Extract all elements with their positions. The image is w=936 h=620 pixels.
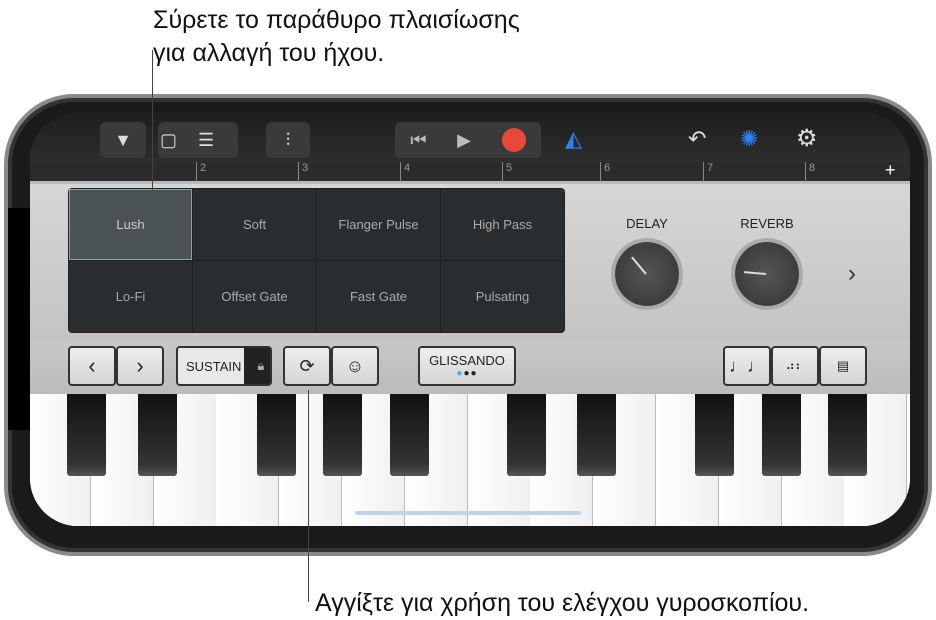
add-section-button[interactable]: + xyxy=(885,160,896,181)
mode-dots: ●●● xyxy=(456,368,478,379)
rewind-icon[interactable]: ⏮ xyxy=(410,130,426,151)
undo-icon[interactable]: ↶ xyxy=(688,126,706,152)
callout-text: για αλλαγή του ήχου. xyxy=(153,39,385,67)
black-key[interactable] xyxy=(507,394,546,476)
home-indicator[interactable] xyxy=(355,511,581,515)
pad-flanger-pulse[interactable]: Flanger Pulse xyxy=(317,189,440,260)
notes-button[interactable]: ♩♩ xyxy=(723,346,771,386)
toolbar: ▼ ▢ ☰ ⫶ ⏮ ▶ ◭ ↶ ✺ ⚙ xyxy=(30,112,910,162)
sustain-label: SUSTAIN xyxy=(186,358,242,374)
notes-icon: ♩♩ xyxy=(729,355,765,376)
record-icon[interactable] xyxy=(501,128,526,152)
face-control-button[interactable]: ☺ xyxy=(331,346,379,386)
pad-fast-gate[interactable]: Fast Gate xyxy=(317,261,440,332)
glissando-button[interactable]: GLISSANDO ●●● xyxy=(418,346,516,386)
scroll-keyboard-button[interactable]: ▤ xyxy=(819,346,867,386)
metronome-icon[interactable]: ◭ xyxy=(565,126,582,152)
callout-text: Σύρετε το παράθυρο πλαισίωσης xyxy=(153,6,520,34)
glissando-label: GLISSANDO xyxy=(429,353,505,368)
callout-line xyxy=(152,50,153,190)
pad-pulsating[interactable]: Pulsating xyxy=(441,261,564,332)
transport: ⏮ ▶ xyxy=(395,122,541,158)
view-toggle[interactable]: ▢ ☰ xyxy=(158,122,238,158)
ruler-mark: 3 xyxy=(298,162,308,182)
arpeggiator-button[interactable]: ⠴⠆ xyxy=(771,346,819,386)
ruler-mark: 6 xyxy=(600,162,610,182)
callout-bottom: Αγγίξτε για χρήση του ελέγχου γυροσκοπίο… xyxy=(315,589,810,617)
sustain-button[interactable]: SUSTAIN 🔒︎ xyxy=(176,346,272,386)
keyboard[interactable] xyxy=(30,394,910,526)
ruler-mark: 4 xyxy=(400,162,410,182)
black-key[interactable] xyxy=(257,394,296,476)
black-key[interactable] xyxy=(577,394,616,476)
black-key[interactable] xyxy=(67,394,106,476)
arpeggiator-icon: ⠴⠆ xyxy=(785,358,805,373)
knob-indicator xyxy=(631,256,647,275)
pad-lush[interactable]: Lush xyxy=(69,189,192,260)
octave-down-button[interactable]: ‹ xyxy=(68,346,116,386)
black-key[interactable] xyxy=(390,394,429,476)
delay-label: DELAY xyxy=(626,216,668,231)
triangle-down-icon: ▼ xyxy=(114,129,132,150)
master-effects-icon[interactable]: ✺ xyxy=(740,126,758,152)
delay-knob[interactable] xyxy=(615,242,679,306)
screen: ▼ ▢ ☰ ⫶ ⏮ ▶ ◭ ↶ ✺ ⚙ 2 3 4 5 6 7 8 + Lush … xyxy=(30,112,910,526)
ruler-mark: 5 xyxy=(502,162,512,182)
sound-panel: Lush Soft Flanger Pulse High Pass Lo-Fi … xyxy=(30,184,910,340)
settings-gear-icon[interactable]: ⚙ xyxy=(796,124,818,153)
keyboard-scroll-icon: ▤ xyxy=(836,358,850,373)
pad-high-pass[interactable]: High Pass xyxy=(441,189,564,260)
play-icon[interactable]: ▶ xyxy=(457,130,471,151)
gyroscope-icon: ⟳ xyxy=(299,355,315,376)
tracks-icon: ☰ xyxy=(198,129,215,150)
mixer-button[interactable]: ⫶ xyxy=(266,122,310,158)
pad-lo-fi[interactable]: Lo-Fi xyxy=(69,261,192,332)
pad-offset-gate[interactable]: Offset Gate xyxy=(193,261,316,332)
track-menu-button[interactable]: ▼ xyxy=(100,122,146,158)
callout-top: Σύρετε το παράθυρο πλαισίωσης για αλλαγή … xyxy=(153,4,520,70)
reverb-label: REVERB xyxy=(740,216,794,231)
ruler-mark: 2 xyxy=(196,162,206,182)
black-key[interactable] xyxy=(762,394,801,476)
pad-grid: Lush Soft Flanger Pulse High Pass Lo-Fi … xyxy=(68,188,565,333)
pad-soft[interactable]: Soft xyxy=(193,189,316,260)
callout-line xyxy=(308,390,309,602)
gyroscope-button[interactable]: ⟳ xyxy=(283,346,331,386)
smiley-icon: ☺ xyxy=(345,355,365,376)
next-panel-button[interactable]: › xyxy=(848,260,856,288)
ruler-mark: 7 xyxy=(703,162,713,182)
ruler[interactable]: 2 3 4 5 6 7 8 + xyxy=(30,160,910,184)
knob-indicator xyxy=(743,271,767,275)
ruler-mark: 8 xyxy=(805,162,815,182)
black-key[interactable] xyxy=(138,394,177,476)
lock-icon[interactable]: 🔒︎ xyxy=(257,358,264,374)
mixer-icon: ⫶ xyxy=(285,129,291,150)
octave-up-button[interactable]: › xyxy=(116,346,164,386)
browser-icon: ▢ xyxy=(160,129,178,150)
black-key[interactable] xyxy=(323,394,362,476)
reverb-knob[interactable] xyxy=(735,242,799,306)
white-key[interactable] xyxy=(907,394,910,526)
black-key[interactable] xyxy=(695,394,734,476)
control-bar: ‹ › SUSTAIN 🔒︎ ⟳ ☺ GLISSANDO ●●● ♩♩ ⠴⠆ ▤ xyxy=(30,340,910,394)
black-key[interactable] xyxy=(828,394,867,476)
